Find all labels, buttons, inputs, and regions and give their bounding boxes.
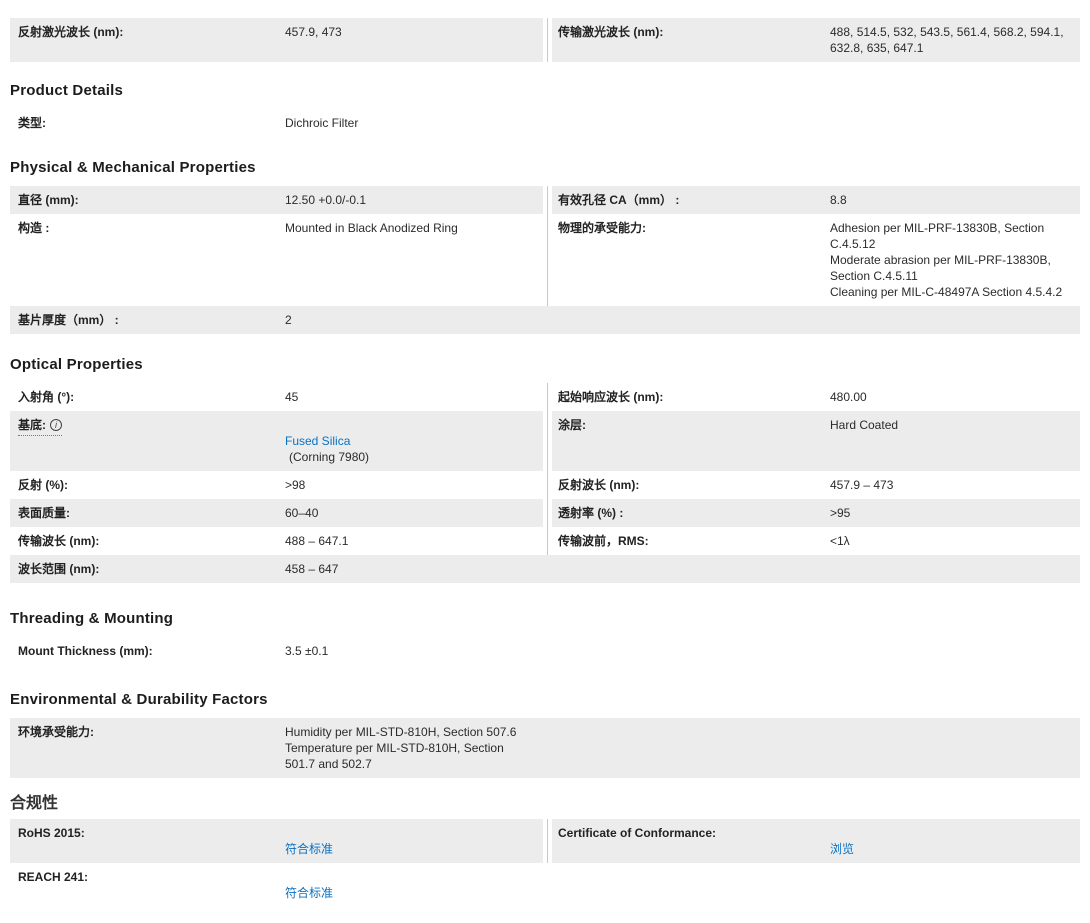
spec-cell-angle-of-incidence: 入射角 (°): 45 (10, 383, 547, 411)
spec-value-reflection-wavelength: 457.9 – 473 (830, 478, 894, 492)
substrate-value-rest: (Corning 7980) (289, 450, 370, 464)
spec-label-surface-quality: 表面质量: (18, 506, 70, 520)
spec-cell-reflection: 反射 (%): >98 (10, 471, 547, 499)
spec-row-transmission-wavefront: 传输波长 (nm): 488 – 647.1 传输波前，RMS: <1λ (10, 527, 1080, 555)
spec-value-transmission: >95 (830, 506, 851, 520)
spec-label-mount-thickness: Mount Thickness (mm): (18, 644, 153, 658)
spec-label-reflected-laser-wavelength: 反射激光波长 (nm): (18, 25, 124, 39)
spec-label-construction: 构造 : (18, 221, 50, 235)
spec-row-laser-wavelengths: 反射激光波长 (nm): 457.9, 473 传输激光波长 (nm): 488… (10, 18, 1080, 62)
spec-row-reflection: 反射 (%): >98 反射波长 (nm): 457.9 – 473 (10, 471, 1080, 499)
spec-row-wavelength-range: 波长范围 (nm): 458 – 647 (10, 555, 1080, 583)
fused-silica-link[interactable]: Fused Silica (285, 434, 350, 448)
spec-cell-certificate: Certificate of Conformance: 浏览 (547, 819, 1080, 863)
substrate-tooltip-trigger[interactable]: 基底: (18, 417, 62, 436)
spec-value-diameter: 12.50 +0.0/-0.1 (285, 193, 367, 207)
reach-compliant-link[interactable]: 符合标准 (285, 886, 333, 900)
spec-label-substrate-thickness: 基片厚度（mm） : (18, 313, 119, 327)
spec-label-physical-durability: 物理的承受能力: (558, 221, 646, 235)
spec-row-surface-transmission: 表面质量: 60–40 透射率 (%) : >95 (10, 499, 1080, 527)
spec-value-wavelength-range: 458 – 647 (285, 562, 339, 576)
section-heading-threading-mounting: Threading & Mounting (10, 610, 174, 627)
spec-row-substrate-thickness: 基片厚度（mm） : 2 (10, 306, 1080, 334)
spec-cell-cut-on-wavelength: 起始响应波长 (nm): 480.00 (547, 383, 1080, 411)
info-icon[interactable] (50, 419, 62, 431)
spec-cell-transmission-wavelength: 传输波长 (nm): 488 – 647.1 (10, 527, 547, 555)
section-heading-physical-mechanical: Physical & Mechanical Properties (10, 159, 256, 176)
spec-cell-coating: 涂层: Hard Coated (547, 411, 1080, 471)
rohs-compliant-link[interactable]: 符合标准 (285, 842, 333, 856)
substrate-label-text: 基底: (18, 418, 46, 432)
spec-value-certificate-of-conformance: 浏览 (830, 819, 862, 863)
section-heading-environmental: Environmental & Durability Factors (10, 691, 268, 708)
spec-cell-reflection-wavelength: 反射波长 (nm): 457.9 – 473 (547, 471, 1080, 499)
spec-value-physical-durability: Adhesion per MIL-PRF-13830B, Section C.4… (830, 221, 1063, 299)
spec-row-mount-thickness: Mount Thickness (mm): 3.5 ±0.1 (10, 637, 1080, 665)
spec-label-coating: 涂层: (558, 418, 586, 432)
spec-value-mount-thickness: 3.5 ±0.1 (285, 644, 329, 658)
spec-label-substrate: 基底: (10, 411, 285, 471)
spec-value-transmitted-wavefront: <1λ (830, 534, 850, 548)
spec-label-type: 类型: (18, 116, 46, 130)
spec-row-reach: REACH 241: 符合标准 (10, 863, 1080, 907)
spec-row-diameter-aperture: 直径 (mm): 12.50 +0.0/-0.1 有效孔径 CA（mm） : 8… (10, 186, 1080, 214)
spec-page: 反射激光波长 (nm): 457.9, 473 传输激光波长 (nm): 488… (0, 0, 1090, 923)
spec-label-reflection-wavelength: 反射波长 (nm): (558, 478, 640, 492)
spec-value-coating: Hard Coated (830, 418, 899, 432)
spec-cell-diameter: 直径 (mm): 12.50 +0.0/-0.1 (10, 186, 547, 214)
section-heading-compliance: 合规性 (10, 795, 59, 812)
spec-label-transmission-wavelength: 传输波长 (nm): (18, 534, 100, 548)
spec-value-substrate: Fused Silica (Corning 7980) (285, 411, 377, 471)
spec-label-certificate-of-conformance: Certificate of Conformance: (558, 826, 717, 840)
spec-label-transmitted-wavefront: 传输波前，RMS: (558, 534, 649, 548)
spec-row-rohs-certificate: RoHS 2015: 符合标准 Certificate of Conforman… (10, 819, 1080, 863)
spec-label-environmental-durability: 环境承受能力: (18, 725, 94, 739)
spec-value-construction: Mounted in Black Anodized Ring (285, 221, 458, 235)
section-heading-product-details: Product Details (10, 82, 124, 99)
spec-value-surface-quality: 60–40 (285, 506, 319, 520)
spec-label-diameter: 直径 (mm): (18, 193, 79, 207)
spec-row-type: 类型: Dichroic Filter (10, 109, 1080, 137)
spec-label-transmission: 透射率 (%) : (558, 506, 624, 520)
spec-cell-clear-aperture: 有效孔径 CA（mm） : 8.8 (547, 186, 1080, 214)
spec-label-reach: REACH 241: (18, 870, 89, 884)
certificate-view-link[interactable]: 浏览 (830, 842, 854, 856)
spec-cell-substrate: 基底: Fused Silica (Corning 7980) (10, 411, 547, 471)
spec-cell-surface-quality: 表面质量: 60–40 (10, 499, 547, 527)
spec-label-wavelength-range: 波长范围 (nm): (18, 562, 100, 576)
spec-label-cut-on-wavelength: 起始响应波长 (nm): (558, 390, 664, 404)
spec-value-type: Dichroic Filter (285, 116, 359, 130)
spec-value-angle-of-incidence: 45 (285, 390, 299, 404)
spec-value-environmental-durability: Humidity per MIL-STD-810H, Section 507.6… (285, 725, 517, 771)
spec-cell-physical-durability: 物理的承受能力: Adhesion per MIL-PRF-13830B, Se… (547, 214, 1080, 306)
spec-cell-transmitted-wavefront: 传输波前，RMS: <1λ (547, 527, 1080, 555)
spec-label-transmitted-laser-wavelength: 传输激光波长 (nm): (558, 25, 664, 39)
spec-row-aoi-cuton: 入射角 (°): 45 起始响应波长 (nm): 480.00 (10, 383, 1080, 411)
spec-value-rohs: 符合标准 (285, 819, 341, 863)
spec-label-angle-of-incidence: 入射角 (°): (18, 390, 75, 404)
spec-cell-construction: 构造 : Mounted in Black Anodized Ring (10, 214, 547, 306)
spec-cell-transmitted-laser: 传输激光波长 (nm): 488, 514.5, 532, 543.5, 561… (547, 18, 1080, 62)
spec-row-environmental-durability: 环境承受能力: Humidity per MIL-STD-810H, Secti… (10, 718, 1080, 778)
spec-label-clear-aperture: 有效孔径 CA（mm） : (558, 193, 680, 207)
spec-value-cut-on-wavelength: 480.00 (830, 390, 867, 404)
spec-value-reach: 符合标准 (285, 863, 341, 907)
spec-value-reflected-laser-wavelength: 457.9, 473 (285, 25, 342, 39)
spec-row-construction-durability: 构造 : Mounted in Black Anodized Ring 物理的承… (10, 214, 1080, 306)
spec-value-substrate-thickness: 2 (285, 313, 292, 327)
spec-cell-rohs: RoHS 2015: 符合标准 (10, 819, 547, 863)
spec-label-rohs: RoHS 2015: (18, 826, 85, 840)
spec-value-clear-aperture: 8.8 (830, 193, 847, 207)
section-heading-optical: Optical Properties (10, 356, 143, 373)
spec-cell-reflected-laser: 反射激光波长 (nm): 457.9, 473 (10, 18, 547, 62)
spec-row-substrate-coating: 基底: Fused Silica (Corning 7980) 涂层: Hard… (10, 411, 1080, 471)
spec-label-reflection: 反射 (%): (18, 478, 68, 492)
spec-value-transmission-wavelength: 488 – 647.1 (285, 534, 349, 548)
spec-cell-transmission: 透射率 (%) : >95 (547, 499, 1080, 527)
spec-value-reflection: >98 (285, 478, 306, 492)
spec-value-transmitted-laser-wavelength: 488, 514.5, 532, 543.5, 561.4, 568.2, 59… (830, 25, 1064, 55)
